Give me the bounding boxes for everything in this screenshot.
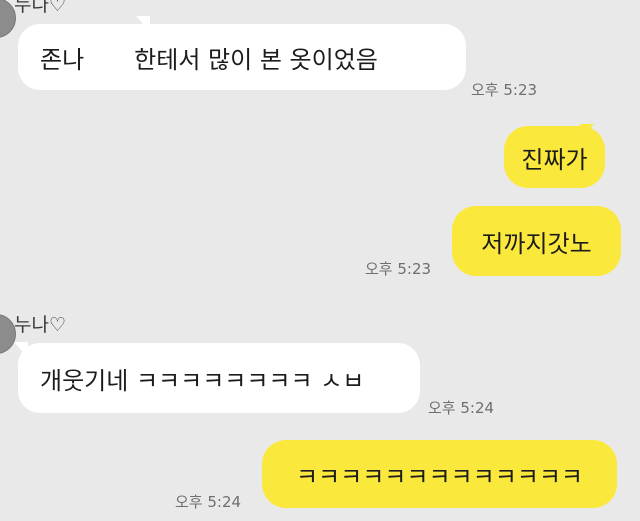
message-timestamp: 오후 5:24 xyxy=(175,493,242,511)
message-bubble-incoming[interactable]: 존나 한테서 많이 본 옷이었음 xyxy=(18,24,466,90)
message-timestamp: 오후 5:23 xyxy=(471,81,538,99)
message-text: 저까지갓노 xyxy=(481,229,592,258)
message-text: ㅋㅋㅋㅋㅋㅋㅋㅋㅋㅋㅋㅋㅋ xyxy=(295,462,584,491)
message-text: 존나 xyxy=(40,45,85,74)
message-text: 진짜가 xyxy=(521,145,588,174)
sender-name: 누나♡ xyxy=(14,0,66,16)
sender-name: 누나♡ xyxy=(14,314,66,336)
message-bubble-incoming[interactable]: 개웃기네 ㅋㅋㅋㅋㅋㅋㅋㅋ ㅅㅂ xyxy=(18,343,420,413)
message-bubble-outgoing[interactable]: 진짜가 xyxy=(504,126,605,188)
message-text: 한테서 많이 본 옷이었음 xyxy=(134,45,378,74)
message-text: 개웃기네 ㅋㅋㅋㅋㅋㅋㅋㅋ ㅅㅂ xyxy=(40,366,365,395)
message-bubble-outgoing[interactable]: ㅋㅋㅋㅋㅋㅋㅋㅋㅋㅋㅋㅋㅋ xyxy=(262,440,617,508)
message-bubble-outgoing[interactable]: 저까지갓노 xyxy=(452,206,621,276)
message-timestamp: 오후 5:24 xyxy=(428,399,495,417)
message-timestamp: 오후 5:23 xyxy=(365,260,432,278)
redacted-block xyxy=(88,43,131,71)
